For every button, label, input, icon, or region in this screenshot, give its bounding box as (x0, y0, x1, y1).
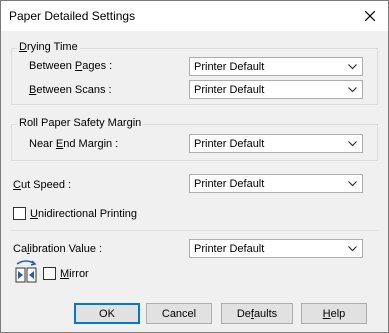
calibration-value-label: Calibration Value : (13, 243, 103, 255)
cut-speed-label: Cut Speed : (13, 179, 72, 191)
chevron-down-icon (348, 87, 357, 93)
help-button[interactable]: Help (301, 303, 367, 324)
roll-margin-legend: Roll Paper Safety Margin (17, 117, 144, 129)
calibration-value-select[interactable]: Printer Default (189, 239, 363, 258)
chevron-down-icon (348, 64, 357, 70)
mirror-checkbox[interactable] (43, 267, 56, 280)
between-scans-value: Printer Default (194, 84, 265, 96)
near-end-margin-select[interactable]: Printer Default (189, 134, 363, 153)
close-icon (365, 11, 375, 21)
mirror-print-icon (15, 260, 37, 283)
chevron-down-icon (348, 246, 357, 252)
near-end-margin-label: Near End Margin : (29, 138, 119, 150)
drying-time-legend: Drying Time (17, 41, 80, 53)
ok-button[interactable]: OK (74, 303, 140, 324)
mirror-label[interactable]: Mirror (60, 268, 89, 280)
help-button-label: Help (322, 307, 346, 320)
between-scans-label: Between Scans : (29, 84, 112, 96)
ok-button-label: OK (99, 307, 115, 320)
close-button[interactable] (352, 1, 388, 31)
between-scans-select[interactable]: Printer Default (189, 80, 363, 99)
between-pages-value: Printer Default (194, 61, 265, 73)
unidirectional-printing-checkbox[interactable] (13, 207, 26, 220)
paper-detailed-settings-dialog: Paper Detailed Settings Drying Time Betw… (0, 0, 389, 333)
chevron-down-icon (348, 141, 357, 147)
title-bar: Paper Detailed Settings (1, 1, 388, 31)
between-pages-select[interactable]: Printer Default (189, 57, 363, 76)
cancel-button-label: Cancel (161, 307, 197, 320)
cancel-button[interactable]: Cancel (146, 303, 212, 324)
cut-speed-select[interactable]: Printer Default (189, 174, 363, 193)
defaults-button[interactable]: Defaults (221, 303, 293, 324)
calibration-value-value: Printer Default (194, 243, 265, 255)
between-pages-label: Between Pages : (29, 60, 113, 72)
chevron-down-icon (348, 181, 357, 187)
cut-speed-value: Printer Default (194, 178, 265, 190)
near-end-margin-value: Printer Default (194, 138, 265, 150)
separator (11, 230, 378, 231)
unidirectional-printing-label[interactable]: Unidirectional Printing (30, 208, 137, 220)
window-title: Paper Detailed Settings (9, 9, 136, 23)
defaults-button-label: Defaults (236, 307, 278, 320)
